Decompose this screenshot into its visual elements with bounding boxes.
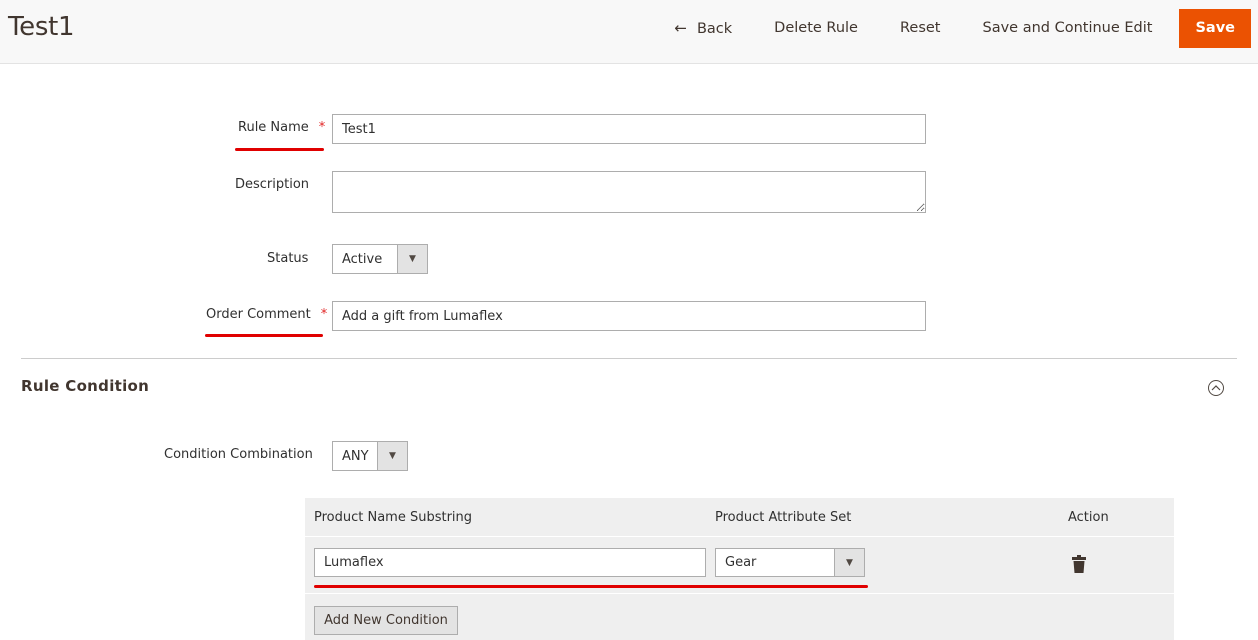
page-header: Test1 ← Back Delete Rule Reset Save and C…	[0, 0, 1258, 64]
reset-button[interactable]: Reset	[879, 9, 962, 48]
chevron-down-icon: ▼	[397, 245, 427, 273]
status-value: Active	[342, 251, 383, 267]
column-header-action: Action	[1068, 510, 1109, 525]
add-new-condition-button[interactable]: Add New Condition	[314, 606, 458, 635]
attribute-set-value: Gear	[725, 555, 757, 570]
trash-icon[interactable]	[1072, 555, 1086, 573]
attribute-set-select[interactable]: Gear ▼	[715, 548, 865, 577]
back-button[interactable]: ← Back	[653, 9, 753, 48]
page-title: Test1	[8, 12, 75, 42]
chevron-down-icon: ▼	[377, 442, 407, 470]
order-comment-input[interactable]: Add a gift from Lumaflex	[332, 301, 926, 331]
condition-combination-value: ANY	[342, 448, 369, 464]
name-substring-input[interactable]: Lumaflex	[314, 548, 706, 577]
save-button[interactable]: Save	[1179, 9, 1251, 48]
rule-name-label-text: Rule Name	[238, 120, 309, 135]
grid-header: Product Name Substring Product Attribute…	[305, 498, 1174, 537]
section-divider	[21, 358, 1237, 359]
annotation-underline	[314, 585, 868, 588]
rule-name-label: Rule Name *	[238, 120, 325, 135]
arrow-left-icon: ←	[674, 19, 687, 37]
column-header-attribute-set: Product Attribute Set	[715, 510, 852, 525]
table-row: Lumaflex Gear ▼	[305, 538, 1174, 594]
page-actions: ← Back Delete Rule Reset Save and Continu…	[653, 9, 1258, 48]
rule-condition-title[interactable]: Rule Condition	[21, 377, 149, 395]
order-comment-label: Order Comment *	[206, 307, 327, 322]
required-mark: *	[318, 120, 326, 135]
description-textarea[interactable]	[332, 171, 926, 213]
collapse-chevron-up-icon[interactable]	[1208, 380, 1224, 396]
rule-name-input[interactable]: Test1	[332, 114, 926, 144]
status-select[interactable]: Active ▼	[332, 244, 428, 274]
column-header-name-substring: Product Name Substring	[314, 510, 473, 525]
condition-combination-select[interactable]: ANY ▼	[332, 441, 408, 471]
required-mark: *	[320, 307, 328, 322]
condition-combination-label: Condition Combination	[164, 447, 313, 462]
status-label: Status	[267, 251, 309, 266]
order-comment-label-text: Order Comment	[206, 307, 311, 322]
annotation-underline	[235, 148, 324, 151]
conditions-grid: Product Name Substring Product Attribute…	[305, 498, 1174, 640]
description-label: Description	[235, 177, 310, 192]
chevron-down-icon: ▼	[834, 549, 864, 576]
annotation-underline	[205, 334, 323, 337]
save-and-continue-button[interactable]: Save and Continue Edit	[962, 9, 1174, 48]
back-label: Back	[696, 21, 733, 37]
delete-rule-button[interactable]: Delete Rule	[753, 9, 879, 48]
